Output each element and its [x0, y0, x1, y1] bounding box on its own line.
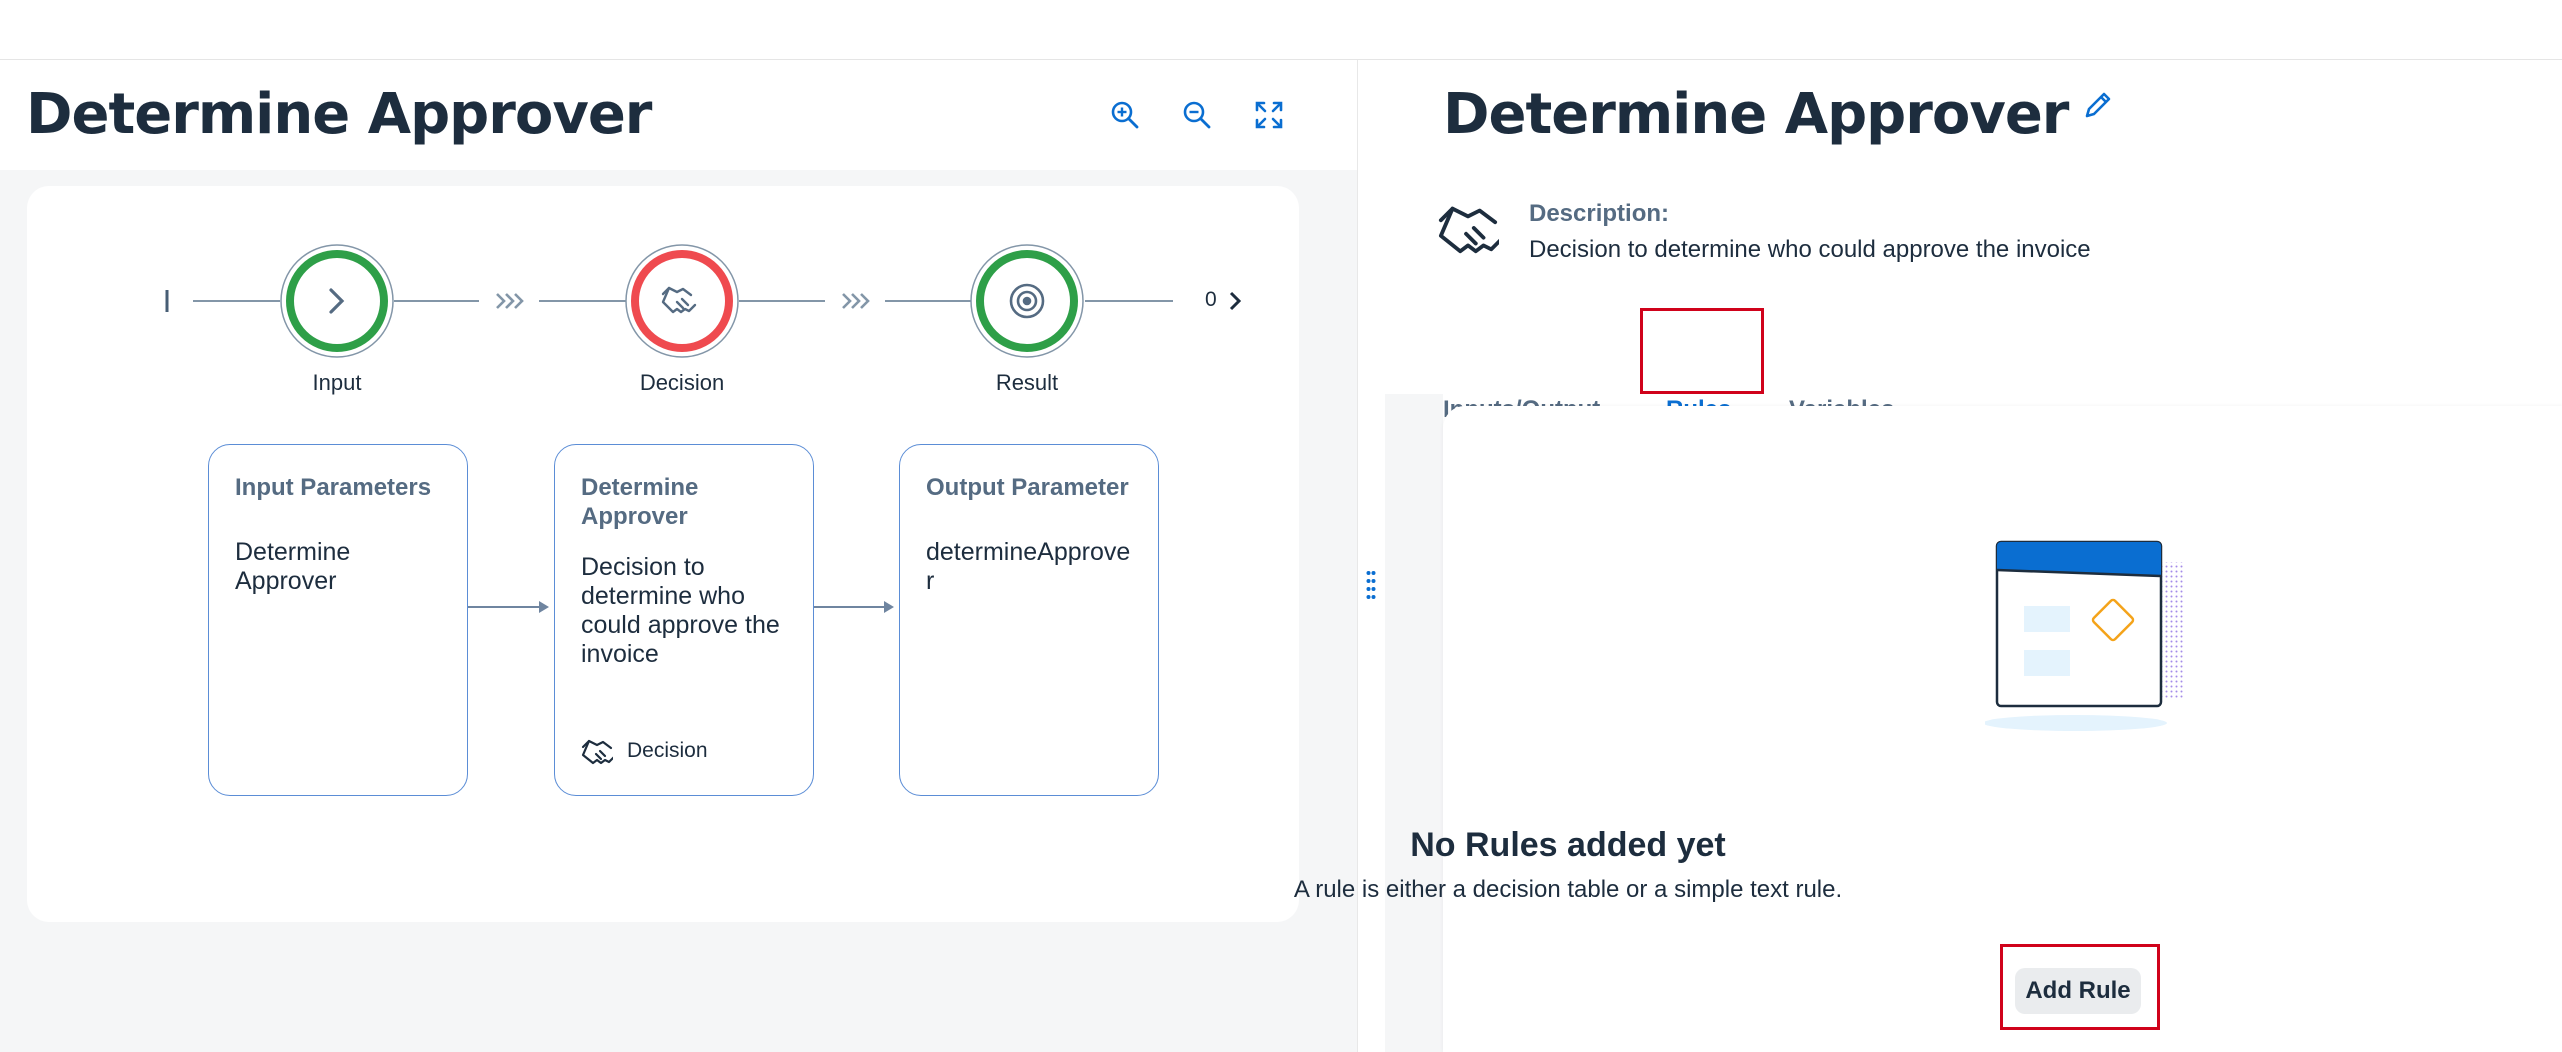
- empty-state-subtitle: A rule is either a decision table or a s…: [1293, 876, 1843, 903]
- fit-screen-icon: [1255, 101, 1283, 129]
- description-text: Decision to determine who could approve …: [1529, 236, 2091, 263]
- add-rule-highlight: [2000, 944, 2160, 1030]
- flow-chevrons-icon: [842, 293, 870, 309]
- step-label-input: Input: [312, 370, 362, 395]
- card-body: Determine Approver: [235, 538, 351, 595]
- card-footer: Decision: [581, 737, 708, 765]
- flow-end-chevron-icon: [1229, 291, 1242, 311]
- card-title: Determine Approver: [581, 474, 699, 530]
- card-title: Output Parameter: [926, 474, 1129, 501]
- card-footer-label: Decision: [627, 739, 708, 762]
- rules-tab-highlight: [1640, 308, 1764, 394]
- step-result-node: [970, 244, 1084, 358]
- zoom-out-icon: [1183, 101, 1211, 129]
- card-title: Input Parameters: [235, 474, 432, 501]
- step-label-result: Result: [995, 370, 1059, 395]
- flow-title: Determine Approver: [26, 82, 652, 147]
- empty-state-illustration: [1985, 540, 2183, 731]
- content-gutter: [1385, 394, 1443, 1052]
- fit-screen-button[interactable]: [1246, 92, 1292, 138]
- flow-chevrons-icon: [496, 293, 524, 309]
- zoom-out-button[interactable]: [1174, 92, 1220, 138]
- flow-header: Determine Approver: [0, 60, 1357, 170]
- decision-card[interactable]: Determine Approver Decision to determine…: [554, 444, 814, 796]
- card-body: Decision to determine who could approve …: [581, 553, 780, 668]
- card-body: determineApprover: [926, 538, 1131, 595]
- top-bar: [0, 0, 2562, 60]
- step-decision-node: [625, 244, 739, 358]
- input-parameters-card[interactable]: Input Parameters Determine Approver: [208, 444, 468, 796]
- splitter-grip-icon[interactable]: [1366, 570, 1376, 600]
- output-parameter-card[interactable]: Output Parameter determineApprover: [899, 444, 1159, 796]
- pencil-icon: [2085, 92, 2111, 118]
- details-title: Determine Approver: [1443, 82, 2069, 147]
- handshake-icon: [581, 739, 613, 765]
- empty-state-title: No Rules added yet: [1410, 826, 1726, 864]
- flow-end-count: 0: [1205, 288, 1217, 311]
- description-label: Description:: [1529, 200, 1670, 227]
- handshake-icon: [1438, 206, 1499, 254]
- step-input-node: [280, 244, 394, 358]
- zoom-in-button[interactable]: [1102, 92, 1148, 138]
- edit-button[interactable]: [2075, 82, 2121, 128]
- step-label-decision: Decision: [639, 370, 725, 395]
- flow-canvas: 0 Input Decision Result Input Parameters…: [27, 186, 1299, 922]
- zoom-in-icon: [1111, 101, 1139, 129]
